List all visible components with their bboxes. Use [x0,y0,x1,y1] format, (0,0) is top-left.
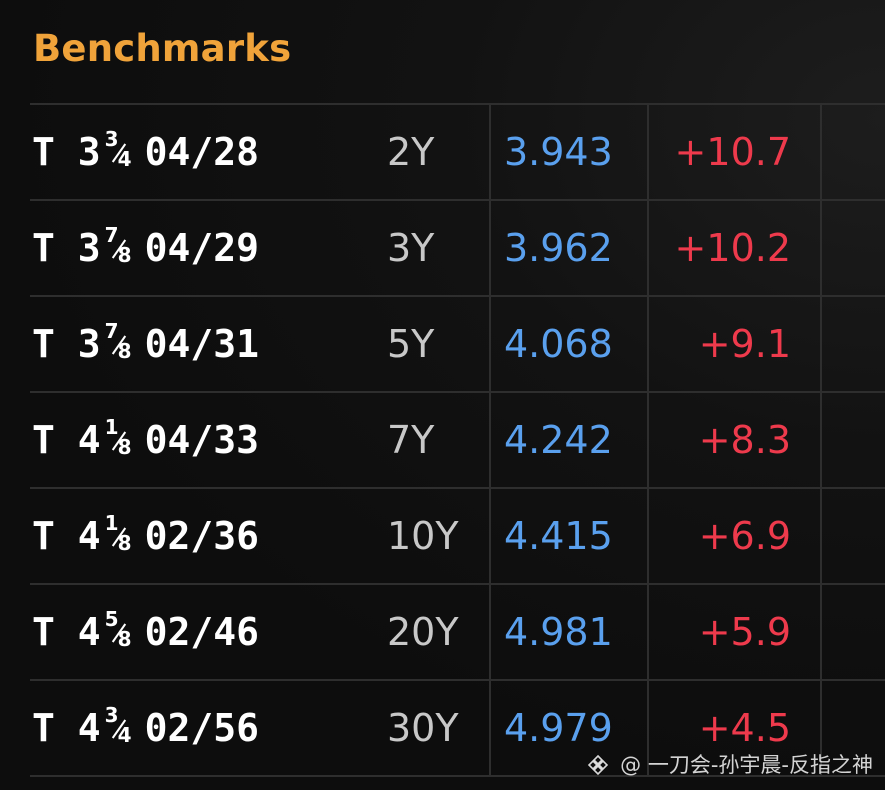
table-row[interactable]: T 3 7 8 04/31 5Y 4.068 +9.1 [30,297,885,393]
tenor-cell: 2Y [387,130,435,174]
tenor-cell: 5Y [387,322,435,366]
coupon-numerator: 7 [104,223,119,247]
coupon-fraction: 58 [105,585,137,679]
coupon-numerator: 3 [104,127,119,151]
security-cell: T 3 7 8 04/29 [32,201,259,295]
table-row[interactable]: T 4 1 8 02/36 10Y 4.415 +6.9 [30,489,885,585]
column-divider [489,201,491,297]
security-cell: T 3 7 8 04/31 [32,297,259,391]
page-title: Benchmarks [33,27,292,70]
maturity-date: 02/36 [144,514,260,558]
yield-cell: 3.962 [504,226,613,270]
change-cell: +6.9 [698,514,791,558]
yield-cell: 3.943 [504,130,613,174]
tenor-cell: 7Y [387,418,435,462]
coupon-numerator: 5 [104,607,119,631]
change-cell: +8.3 [698,418,791,462]
column-divider [820,393,822,489]
column-divider [820,585,822,681]
tenor-cell: 3Y [387,226,435,270]
security-cell: T 3 3 4 04/28 [32,105,259,199]
yield-cell: 4.981 [504,610,613,654]
coupon-fraction: 34 [105,681,137,775]
maturity-date: 02/46 [144,610,260,654]
maturity-date: 04/29 [144,226,260,270]
tenor-cell: 20Y [387,610,459,654]
coupon-denominator: 8 [117,531,132,555]
tenor-cell: 10Y [387,514,459,558]
column-divider [647,585,649,681]
security-prefix: T 4 [32,418,101,462]
tenor-cell: 30Y [387,706,459,750]
coupon-numerator: 1 [104,511,119,535]
table-row[interactable]: T 4 5 8 02/46 20Y 4.981 +5.9 [30,585,885,681]
column-divider [489,585,491,681]
yield-cell: 4.415 [504,514,613,558]
watermark-text: @ 一刀会-孙宇晨-反指之神 [620,753,873,777]
table-row[interactable]: T 3 7 8 04/29 3Y 3.962 +10.2 [30,201,885,297]
change-cell: +10.2 [674,226,791,270]
column-divider [820,201,822,297]
column-divider [647,297,649,393]
table-row[interactable]: T 4 1 8 04/33 7Y 4.242 +8.3 [30,393,885,489]
security-cell: T 4 5 8 02/46 [32,585,259,679]
coupon-fraction: 18 [105,489,137,583]
coupon-denominator: 8 [117,435,132,459]
coupon-numerator: 7 [104,319,119,343]
security-cell: T 4 1 8 02/36 [32,489,259,583]
maturity-date: 02/56 [144,706,260,750]
maturity-date: 04/33 [144,418,260,462]
yield-cell: 4.242 [504,418,613,462]
column-divider [489,489,491,585]
security-prefix: T 4 [32,610,101,654]
coupon-denominator: 4 [117,723,132,747]
column-divider [820,297,822,393]
coupon-denominator: 8 [117,627,132,651]
security-prefix: T 3 [32,130,101,174]
change-cell: +5.9 [698,610,791,654]
column-divider [647,201,649,297]
coupon-fraction: 78 [105,201,137,295]
change-cell: +9.1 [698,322,791,366]
security-prefix: T 4 [32,706,101,750]
maturity-date: 04/28 [144,130,260,174]
security-prefix: T 3 [32,322,101,366]
yield-cell: 4.068 [504,322,613,366]
maturity-date: 04/31 [144,322,260,366]
column-divider [820,489,822,585]
column-divider [489,105,491,201]
column-divider [647,489,649,585]
coupon-numerator: 1 [104,415,119,439]
diamond-logo-icon [587,754,609,776]
security-prefix: T 4 [32,514,101,558]
coupon-fraction: 34 [105,105,137,199]
table-row[interactable]: T 3 3 4 04/28 2Y 3.943 +10.7 [30,105,885,201]
column-divider [489,393,491,489]
coupon-denominator: 8 [117,243,132,267]
security-cell: T 4 3 4 02/56 [32,681,259,775]
column-divider [647,105,649,201]
column-divider [489,297,491,393]
security-cell: T 4 1 8 04/33 [32,393,259,487]
coupon-fraction: 78 [105,297,137,391]
coupon-fraction: 18 [105,393,137,487]
coupon-denominator: 4 [117,147,132,171]
coupon-numerator: 3 [104,703,119,727]
security-prefix: T 3 [32,226,101,270]
column-divider [489,681,491,777]
coupon-denominator: 8 [117,339,132,363]
change-cell: +10.7 [674,130,791,174]
watermark: @ 一刀会-孙宇晨-反指之神 [587,750,873,780]
column-divider [820,105,822,201]
column-divider [647,393,649,489]
